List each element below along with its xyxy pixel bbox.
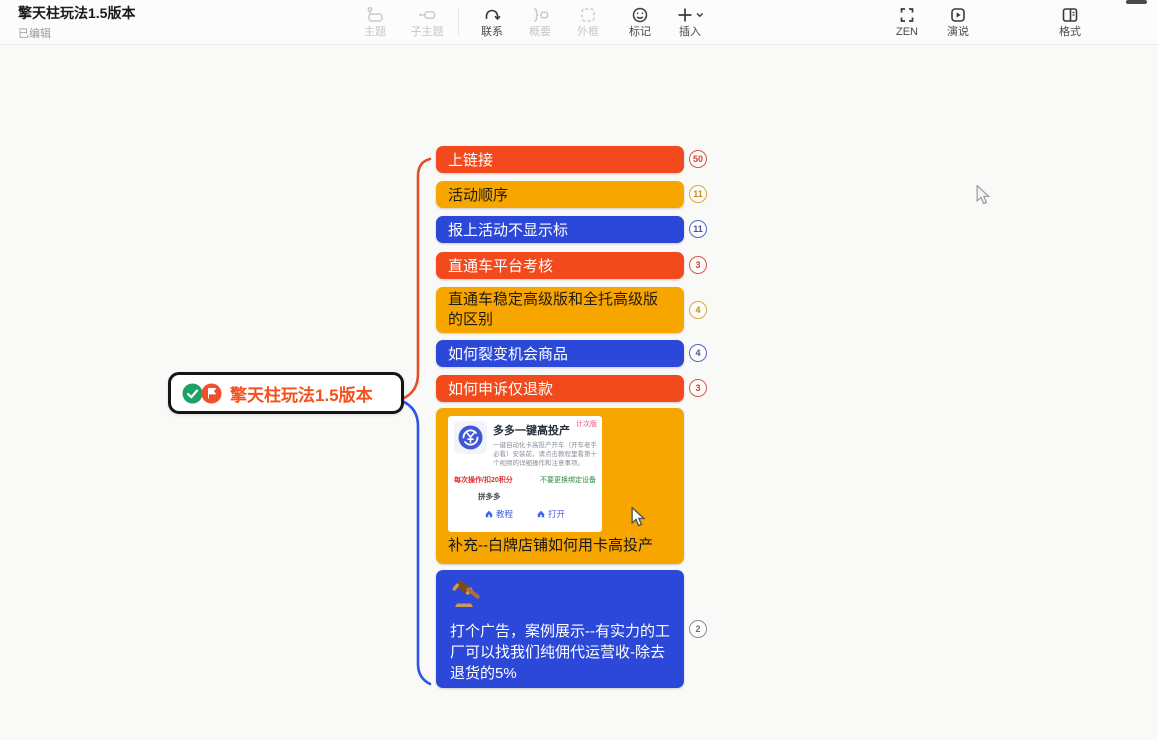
topic-count-badge[interactable]: 11	[689, 220, 707, 238]
plugin-version-tag: 计次版	[576, 419, 597, 429]
topic-guanggao[interactable]: 打个广告，案例展示--有实力的工厂可以找我们纯佣代运营收-除去退货的5%	[436, 570, 684, 688]
mouse-cursor-secondary	[975, 185, 991, 205]
topic-count-badge[interactable]: 11	[689, 185, 707, 203]
toolbar-button-boundary[interactable]: 外框	[560, 3, 616, 39]
gavel-icon	[450, 580, 490, 614]
titlebar: 擎天柱玩法1.5版本 已编辑 主题 子主题 联系	[0, 0, 1158, 45]
mindmap-canvas[interactable]: 擎天柱玩法1.5版本 上链接 活动顺序 报上活动不显示标 直通车平台考核 直通车…	[0, 46, 1158, 740]
toolbar-button-zen[interactable]: ZEN	[879, 3, 935, 39]
plugin-platform: 拼多多	[478, 491, 596, 502]
document-meta: 擎天柱玩法1.5版本 已编辑	[18, 5, 135, 41]
embedded-plugin-card: 计次版 多多一键高投产 一键自动化卡高投产开车（开车老手必看）安装前，请点击教程…	[448, 416, 602, 532]
topic-label: 打个广告，案例展示--有实力的工厂可以找我们纯佣代运营收-除去退货的5%	[450, 621, 670, 684]
toolbar-button-subtopic[interactable]: 子主题	[399, 3, 455, 39]
mouse-cursor	[630, 507, 646, 527]
plugin-warning-note: 不要更换绑定设备	[540, 475, 596, 485]
toolbar-button-insert[interactable]: 插入	[662, 3, 718, 39]
root-topic[interactable]: 擎天柱玩法1.5版本	[168, 372, 404, 414]
topic-count-badge[interactable]: 3	[689, 379, 707, 397]
topic-label: 活动顺序	[448, 184, 508, 205]
topic-label: 直通车稳定高级版和全托高级版的区别	[448, 290, 672, 330]
toolbar-label-zen: ZEN	[879, 26, 935, 39]
toolbar-button-format[interactable]: 格式	[1042, 3, 1098, 39]
topic-label: 直通车平台考核	[448, 255, 553, 276]
topic-count-badge[interactable]: 50	[689, 150, 707, 168]
toolbar-button-present[interactable]: 演说	[930, 3, 986, 39]
branch-brace	[396, 146, 440, 740]
topic-count-badge[interactable]: 3	[689, 256, 707, 274]
topic-huodong-shunxu[interactable]: 活动顺序	[436, 181, 684, 208]
topic-liebian-shangpin[interactable]: 如何裂变机会商品	[436, 340, 684, 367]
topic-buchong-gaotouchan[interactable]: 计次版 多多一键高投产 一键自动化卡高投产开车（开车老手必看）安装前，请点击教程…	[436, 408, 684, 564]
home-icon	[537, 510, 545, 518]
document-status: 已编辑	[18, 25, 135, 41]
toolbar-label-boundary: 外框	[560, 26, 616, 39]
toolbar-button-topic[interactable]: 主题	[347, 3, 403, 39]
plugin-cost-note: 每次操作/扣20积分	[454, 475, 513, 485]
format-icon	[1042, 3, 1098, 26]
home-icon	[485, 510, 493, 518]
subtopic-icon	[399, 3, 455, 26]
topic-label: 报上活动不显示标	[448, 219, 568, 240]
flag-icon[interactable]	[201, 383, 222, 404]
toolbar-label-format: 格式	[1042, 26, 1098, 39]
toolbar-button-marker[interactable]: 标记	[612, 3, 668, 39]
topic-label: 补充--白牌店铺如何用卡高投产	[448, 534, 653, 555]
plugin-open-link: 打开	[537, 508, 565, 520]
document-title: 擎天柱玩法1.5版本	[18, 5, 135, 22]
toolbar-label-topic: 主题	[347, 26, 403, 39]
toolbar-label-marker: 标记	[612, 26, 668, 39]
zen-icon	[879, 3, 935, 26]
topic-zhitongche-qubie[interactable]: 直通车稳定高级版和全托高级版的区别	[436, 287, 684, 333]
toolbar-divider	[458, 9, 459, 35]
marker-icon	[612, 3, 668, 26]
topic-baoshang-huodong[interactable]: 报上活动不显示标	[436, 216, 684, 243]
topic-label: 上链接	[448, 149, 493, 170]
window-drag-handle[interactable]	[1126, 0, 1147, 4]
topic-icon	[347, 3, 403, 26]
topic-label: 如何申诉仅退款	[448, 378, 553, 399]
present-icon	[930, 3, 986, 26]
toolbar-label-present: 演说	[930, 26, 986, 39]
boundary-icon	[560, 3, 616, 26]
plugin-description: 一键自动化卡高投产开车（开车老手必看）安装前，请点击教程里看第十个视频的详细操作…	[493, 441, 598, 468]
plugin-tutorial-link: 教程	[485, 508, 513, 520]
root-topic-label: 擎天柱玩法1.5版本	[230, 381, 373, 406]
insert-icon	[662, 3, 718, 26]
topic-zhitongche-kaohe[interactable]: 直通车平台考核	[436, 252, 684, 279]
topic-label: 如何裂变机会商品	[448, 343, 568, 364]
topic-count-badge[interactable]: 4	[689, 344, 707, 362]
plugin-app-icon	[454, 421, 487, 454]
toolbar-label-subtopic: 子主题	[399, 26, 455, 39]
topic-shensu-tuikuan[interactable]: 如何申诉仅退款	[436, 375, 684, 402]
topic-count-badge[interactable]: 4	[689, 301, 707, 319]
toolbar-label-insert: 插入	[662, 26, 718, 39]
topic-shanglianjie[interactable]: 上链接	[436, 146, 684, 173]
check-icon[interactable]	[182, 383, 203, 404]
topic-count-badge[interactable]: 2	[689, 620, 707, 638]
